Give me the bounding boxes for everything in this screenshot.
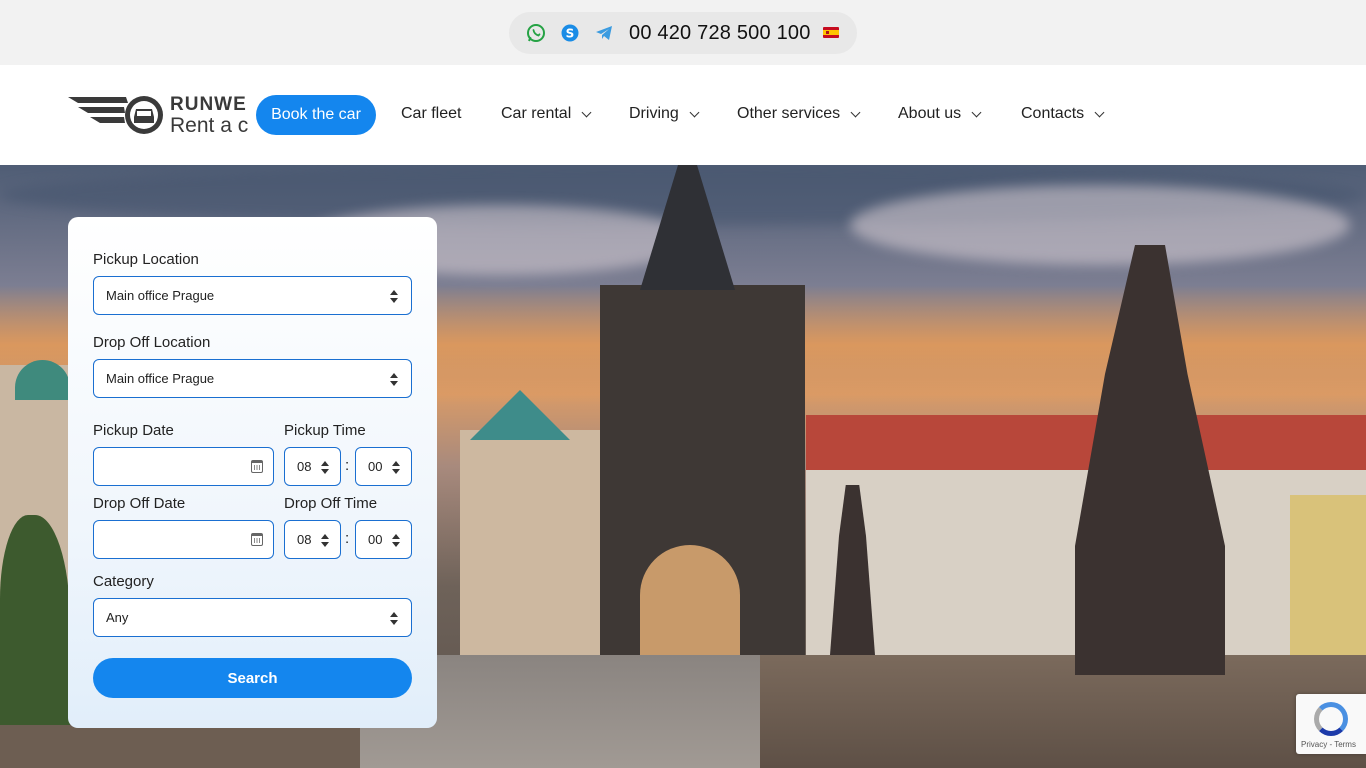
red-roofs — [806, 415, 1366, 475]
bridge-wall-right — [760, 655, 1366, 768]
pickup-minute-select[interactable]: 00 — [355, 447, 412, 486]
dropoff-location-label: Drop Off Location — [93, 334, 211, 351]
booking-form: Pickup Location Main office Prague Drop … — [68, 217, 437, 728]
site-logo[interactable]: RUNWE Rent a c — [68, 93, 268, 137]
whatsapp-icon[interactable] — [526, 23, 546, 43]
nav-driving[interactable]: Driving — [629, 105, 700, 123]
phone-number[interactable]: 00 420 728 500 100 — [629, 22, 811, 45]
select-arrows-icon — [390, 373, 399, 386]
category-label: Category — [93, 573, 154, 590]
recaptcha-badge[interactable]: Privacy - Terms — [1296, 694, 1366, 754]
top-contact-bar: S 00 420 728 500 100 — [0, 0, 1366, 65]
nav-label: Car rental — [501, 105, 572, 122]
select-arrows-icon — [390, 290, 399, 303]
select-arrows-icon — [390, 612, 399, 625]
time-separator: : — [345, 530, 350, 547]
spain-flag-icon[interactable] — [823, 27, 839, 38]
logo-text-line1: RUNWE — [170, 94, 247, 115]
yellow-building — [1290, 495, 1366, 675]
dropoff-location-select[interactable]: Main office Prague — [93, 359, 412, 398]
recaptcha-icon — [1314, 702, 1348, 736]
chevron-down-icon — [971, 107, 982, 117]
dropoff-hour-value: 08 — [297, 532, 312, 547]
pickup-location-label: Pickup Location — [93, 251, 199, 268]
telegram-icon[interactable] — [594, 23, 614, 43]
chevron-down-icon — [1094, 107, 1105, 117]
dropoff-hour-select[interactable]: 08 — [284, 520, 341, 559]
dropoff-time-label: Drop Off Time — [284, 495, 378, 512]
dropoff-date-label: Drop Off Date — [93, 495, 186, 512]
dropoff-minute-select[interactable]: 00 — [355, 520, 412, 559]
pickup-hour-value: 08 — [297, 459, 312, 474]
nav-contacts[interactable]: Contacts — [1021, 105, 1105, 123]
category-select[interactable]: Any — [93, 598, 412, 637]
chevron-down-icon — [581, 107, 592, 117]
contact-pill: S 00 420 728 500 100 — [509, 12, 857, 54]
skype-icon[interactable]: S — [560, 23, 580, 43]
logo-text-line2: Rent a c — [170, 114, 249, 137]
nav-label: About us — [898, 105, 962, 122]
sky-cloud — [850, 185, 1350, 265]
select-arrows-icon — [392, 461, 401, 474]
select-arrows-icon — [321, 534, 330, 547]
nav-car-rental[interactable]: Car rental — [501, 105, 592, 123]
pickup-minute-value: 00 — [368, 459, 383, 474]
pickup-hour-select[interactable]: 08 — [284, 447, 341, 486]
pickup-location-select[interactable]: Main office Prague — [93, 276, 412, 315]
pickup-date-input[interactable] — [93, 447, 274, 486]
tower-arch — [640, 545, 740, 655]
recaptcha-links[interactable]: Privacy - Terms — [1301, 740, 1356, 749]
nav-label: Contacts — [1021, 105, 1085, 122]
dropoff-location-value: Main office Prague — [106, 371, 215, 386]
nav-label: Car fleet — [401, 105, 462, 122]
chevron-down-icon — [850, 107, 861, 117]
category-value: Any — [106, 610, 129, 625]
svg-text:S: S — [566, 27, 575, 41]
main-header: RUNWE Rent a c Book the car Car fleet Ca… — [0, 65, 1366, 165]
pickup-time-label: Pickup Time — [284, 422, 366, 439]
calendar-icon[interactable] — [251, 460, 263, 473]
bridge-wall-left — [0, 725, 360, 768]
tree — [0, 515, 70, 725]
book-the-car-button[interactable]: Book the car — [256, 95, 376, 135]
nav-label: Other services — [737, 105, 841, 122]
search-button[interactable]: Search — [93, 658, 412, 698]
chevron-down-icon — [689, 107, 700, 117]
building — [460, 430, 610, 660]
pickup-date-label: Pickup Date — [93, 422, 174, 439]
select-arrows-icon — [392, 534, 401, 547]
dropoff-date-input[interactable] — [93, 520, 274, 559]
nav-car-fleet[interactable]: Car fleet — [401, 105, 461, 123]
calendar-icon[interactable] — [251, 533, 263, 546]
nav-about-us[interactable]: About us — [898, 105, 982, 123]
dropoff-minute-value: 00 — [368, 532, 383, 547]
select-arrows-icon — [321, 461, 330, 474]
nav-other-services[interactable]: Other services — [737, 105, 861, 123]
pickup-location-value: Main office Prague — [106, 288, 215, 303]
nav-label: Driving — [629, 105, 679, 122]
time-separator: : — [345, 457, 350, 474]
